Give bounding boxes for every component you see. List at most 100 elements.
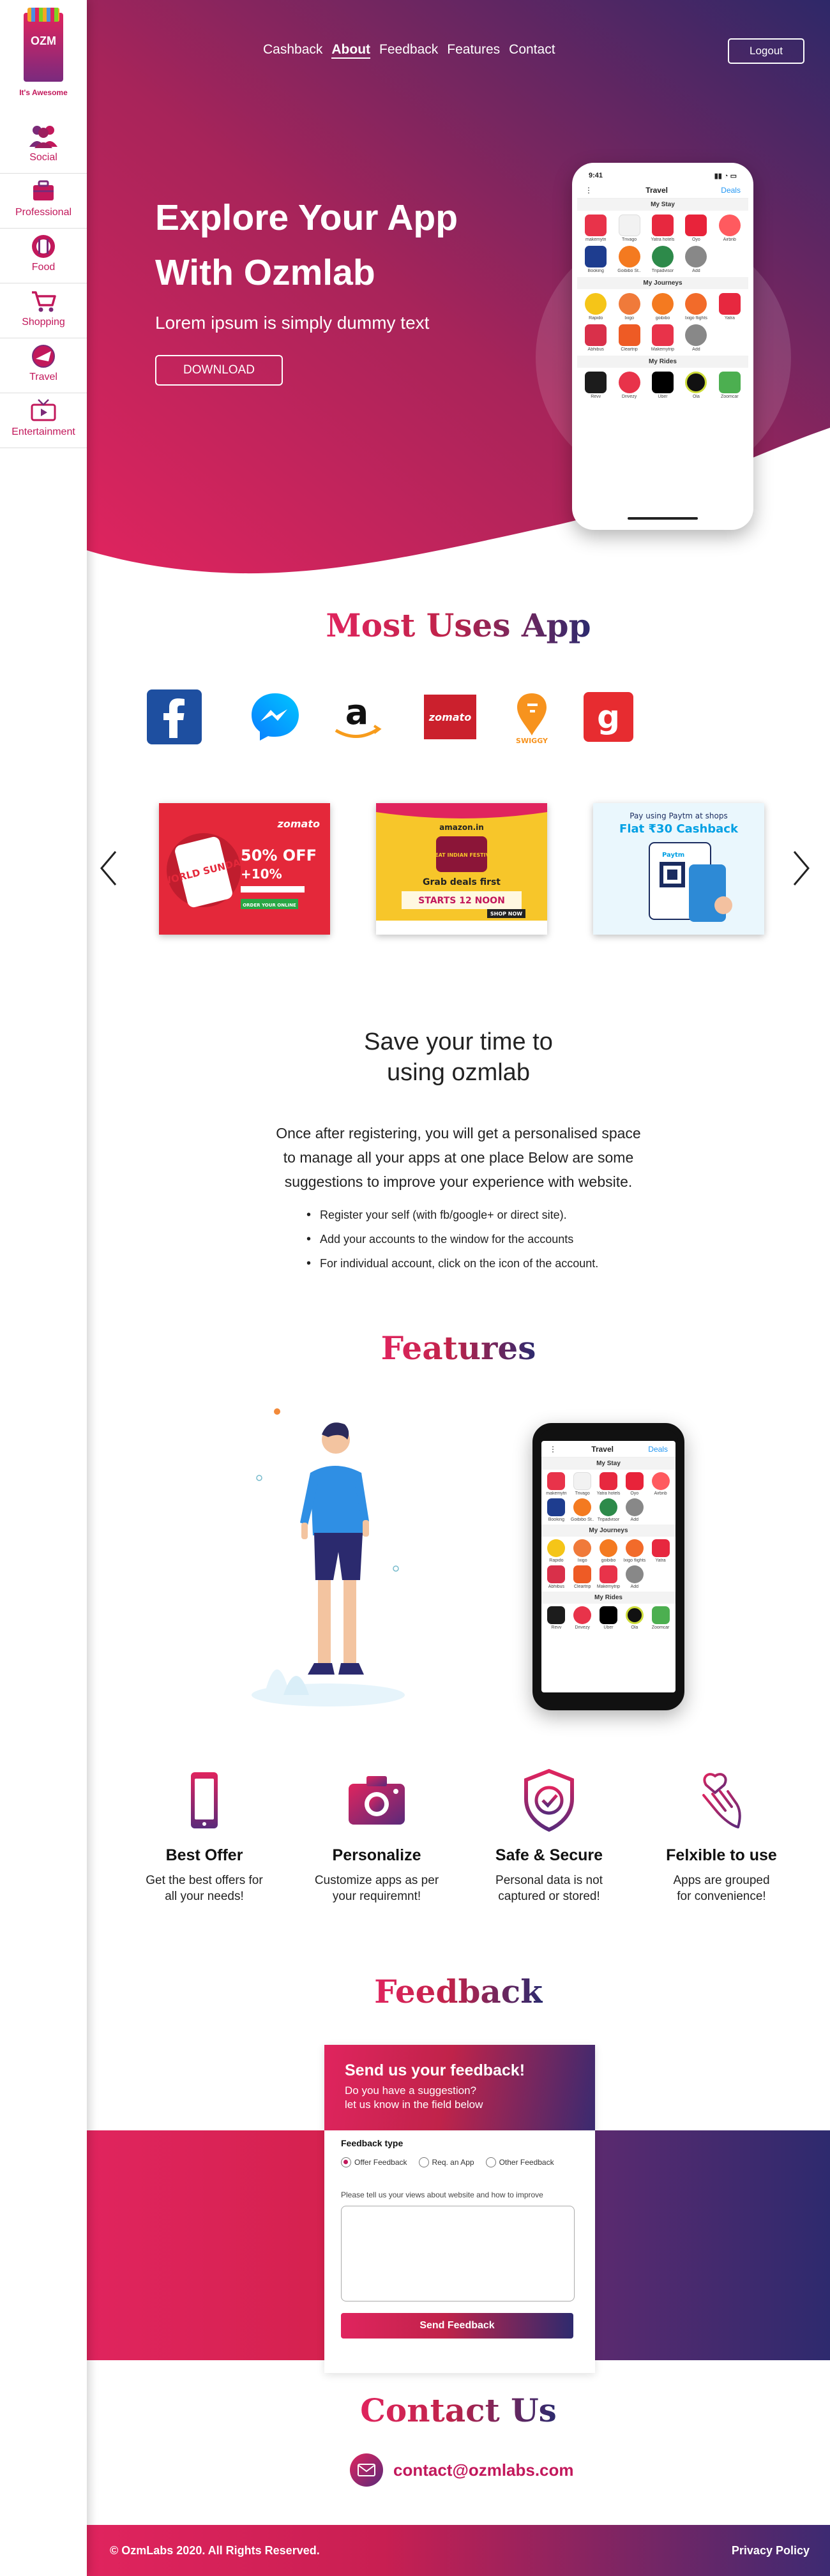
gaana-icon[interactable]: g — [581, 689, 636, 744]
svg-text:SWIGGY: SWIGGY — [516, 737, 548, 744]
messenger-icon[interactable] — [248, 689, 303, 744]
svg-text:Flat ₹30 Cashback: Flat ₹30 Cashback — [619, 822, 739, 836]
sidebar-item-shopping[interactable]: Shopping — [0, 283, 87, 338]
mail-icon — [350, 2453, 383, 2487]
logo-tagline: It's Awesome — [19, 88, 68, 97]
amazon-icon[interactable]: a — [329, 689, 384, 744]
carousel-card-zomato[interactable]: WORLD SUNDAY zomato 50% OFF +10% ORDER Y… — [159, 803, 330, 935]
phone-app-grid: makemytri Trivago Yatra hotels Oyo Airbn… — [541, 1470, 675, 1525]
contact-title: Contact Us — [360, 2391, 557, 2429]
logo-dots-icon — [27, 8, 59, 22]
nav-cashback[interactable]: Cashback — [263, 42, 322, 59]
sidebar: OZM It's Awesome Social Professional Foo… — [0, 0, 87, 2576]
nav-about[interactable]: About — [331, 42, 371, 59]
app-tile: Zoomcar — [714, 372, 746, 399]
phone-screen: 9:41 ▮▮ ◔ ▭ ⋮ Travel Deals My Stay makemytr… — [577, 168, 748, 525]
feature-description: Apps are grouped for convenience! — [673, 1874, 770, 1903]
top-nav: Cashback About Feedback Features Contact — [263, 42, 555, 59]
contact-email-link[interactable]: contact@ozmlabs.com — [393, 2460, 574, 2480]
feedback-card-title: Send us your feedback! — [345, 2061, 525, 2079]
phone-app-grid: Revv Drivezy Uber Ola Zoomcar — [541, 1604, 675, 1632]
briefcase-icon — [33, 180, 54, 200]
phone-section-title: My Stay — [541, 1457, 675, 1470]
radio-empty-icon — [418, 2157, 429, 2167]
menu-dots-icon: ⋮ — [585, 186, 592, 195]
sidebar-item-travel[interactable]: Travel — [0, 338, 87, 393]
save-time-description: Once after registering, you will get a p… — [276, 1125, 641, 1190]
footer-copyright: © OzmLabs 2020. All Rights Reserved. — [110, 2544, 320, 2557]
sidebar-item-label: Professional — [15, 207, 72, 218]
hero: Cashback About Feedback Features Contact… — [87, 0, 830, 575]
nav-contact[interactable]: Contact — [509, 42, 555, 59]
people-icon — [29, 126, 57, 148]
svg-text:+10%: +10% — [241, 866, 282, 882]
privacy-policy-link[interactable]: Privacy Policy — [732, 2544, 810, 2557]
contact-email[interactable]: contact@ozmlabs.com — [350, 2453, 574, 2487]
phone-time: 9:41 — [589, 172, 603, 179]
feedback-card-subtitle: Do you have a suggestion? let us know in … — [345, 2084, 483, 2111]
paytm-cashback-banner: Pay using Paytm at shops Flat ₹30 Cashba… — [593, 803, 764, 935]
cart-icon — [32, 291, 56, 312]
camera-icon — [349, 1776, 405, 1825]
feedback-form-card: Send us your feedback! Do you have a sug… — [324, 2045, 595, 2373]
list-item: Add your accounts to the window for the … — [306, 1227, 598, 1251]
sidebar-item-label: Entertainment — [11, 426, 75, 437]
plate-cutlery-icon — [32, 235, 55, 258]
carousel-next-arrow-icon[interactable] — [792, 849, 811, 887]
radio-request-app[interactable]: Req. an App — [418, 2157, 474, 2167]
facebook-icon[interactable] — [147, 689, 202, 744]
svg-text:ORDER YOUR ONLINE: ORDER YOUR ONLINE — [243, 903, 296, 908]
app-tile: Cleartrip — [613, 324, 645, 352]
svg-text:amazon.in: amazon.in — [439, 823, 484, 832]
logout-button[interactable]: Logout — [728, 38, 804, 64]
phone-app-grid: Rapido Ixigo goibibo Ixigo flights Yatra… — [541, 1537, 675, 1592]
phone-section-title: My Rides — [577, 356, 748, 368]
feedback-textarea-label: Please tell us your views about website … — [341, 2190, 543, 2199]
app-tile: Airbnb — [714, 215, 746, 242]
phone-title: Travel — [645, 186, 668, 195]
feature-title: Safe & Secure — [495, 1846, 603, 1864]
app-tile: Booking — [580, 246, 612, 273]
svg-text:Paytm: Paytm — [662, 852, 684, 859]
brand-logo[interactable]: OZM It's Awesome — [14, 8, 73, 103]
feedback-form: Feedback type Offer Feedback Req. an App… — [324, 2130, 595, 2346]
feedback-textarea[interactable] — [341, 2206, 575, 2301]
hero-title: Explore Your App With Ozmlab — [155, 190, 538, 300]
svg-text:STARTS 12 NOON: STARTS 12 NOON — [418, 896, 505, 906]
sidebar-item-label: Social — [29, 152, 57, 163]
svg-text:Grab deals first: Grab deals first — [423, 877, 501, 887]
zomato-icon[interactable]: zomato — [423, 689, 478, 744]
download-button[interactable]: DOWNLOAD — [155, 355, 283, 386]
nav-features[interactable]: Features — [447, 42, 500, 59]
phone-header: ⋮ Travel Deals — [541, 1441, 675, 1457]
sidebar-item-food[interactable]: Food — [0, 229, 87, 283]
svg-text:SHOP NOW: SHOP NOW — [490, 911, 522, 917]
app-tile: Add — [680, 324, 712, 352]
app-tile: Trivago — [613, 215, 645, 242]
send-feedback-button[interactable]: Send Feedback — [341, 2313, 573, 2339]
tv-icon — [31, 399, 56, 421]
feedback-title: Feedback — [374, 1973, 543, 2010]
man-illustration — [252, 1408, 405, 1706]
app-tile: Yatra — [714, 293, 746, 320]
nav-feedback[interactable]: Feedback — [379, 42, 438, 59]
radio-offer-feedback[interactable]: Offer Feedback — [341, 2157, 407, 2167]
carousel-prev-arrow-icon[interactable] — [99, 849, 118, 887]
app-tile: Tripadvisor — [647, 246, 679, 273]
app-tile: Oyo — [680, 215, 712, 242]
sidebar-item-social[interactable]: Social — [0, 119, 87, 174]
radio-other-feedback[interactable]: Other Feedback — [485, 2157, 554, 2167]
app-tile: Abhibus — [580, 324, 612, 352]
carousel-card-amazon[interactable]: amazon.in GREAT INDIAN FESTIVAL Grab dea… — [376, 803, 547, 935]
hero-title-line2: With Ozmlab — [155, 252, 375, 293]
app-tile: Uber — [647, 372, 679, 399]
phone-status-bar: 9:41 ▮▮ ◔ ▭ — [577, 168, 748, 182]
sidebar-item-professional[interactable]: Professional — [0, 174, 87, 229]
zomato-offer-banner: WORLD SUNDAY zomato 50% OFF +10% ORDER Y… — [159, 803, 330, 935]
app-tile: Rapido — [580, 293, 612, 320]
phone-app-grid: makemytri Trivago Yatra hotels Oyo Airbn… — [577, 211, 748, 277]
sidebar-item-entertainment[interactable]: Entertainment — [0, 393, 87, 448]
carousel-card-paytm[interactable]: Pay using Paytm at shops Flat ₹30 Cashba… — [593, 803, 764, 935]
app-tile: Makemytrip — [647, 324, 679, 352]
swiggy-icon[interactable]: SWIGGY — [504, 689, 559, 744]
